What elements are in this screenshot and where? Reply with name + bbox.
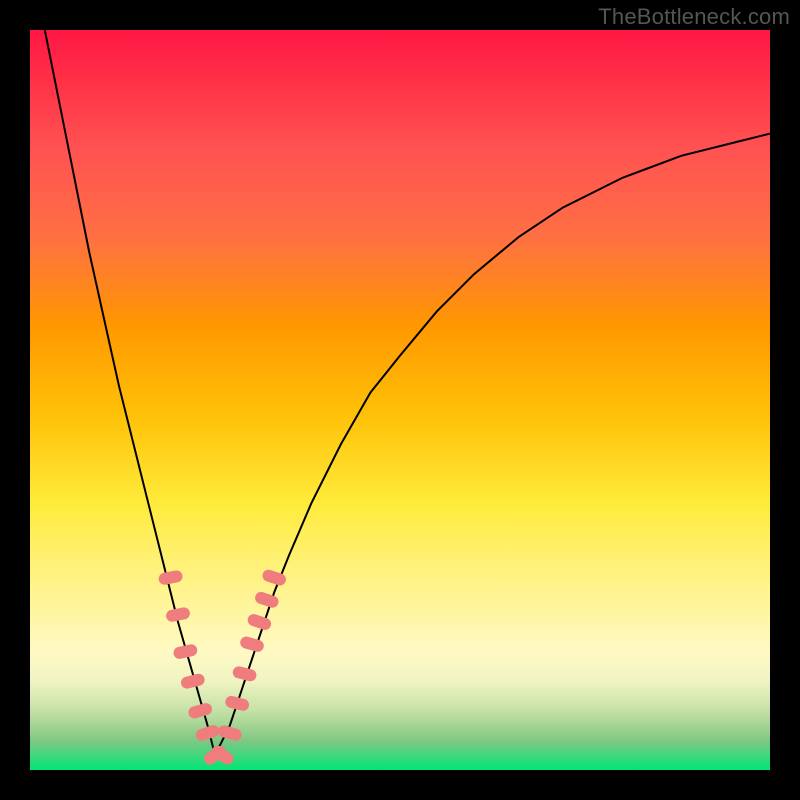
marker-point [239, 635, 265, 653]
marker-point [158, 569, 184, 585]
marker-point [224, 695, 250, 712]
marker-point [165, 606, 191, 622]
right-curve-path [215, 134, 770, 756]
chart-frame: TheBottleneck.com [0, 0, 800, 800]
plot-area [30, 30, 770, 770]
right-curve [215, 134, 770, 756]
chart-svg [30, 30, 770, 770]
marker-point [172, 643, 198, 660]
data-markers [158, 568, 288, 767]
marker-point [232, 665, 258, 682]
marker-point [246, 613, 273, 632]
marker-point [254, 590, 281, 609]
marker-point [187, 702, 213, 720]
watermark-text: TheBottleneck.com [598, 4, 790, 30]
marker-point [180, 672, 206, 689]
